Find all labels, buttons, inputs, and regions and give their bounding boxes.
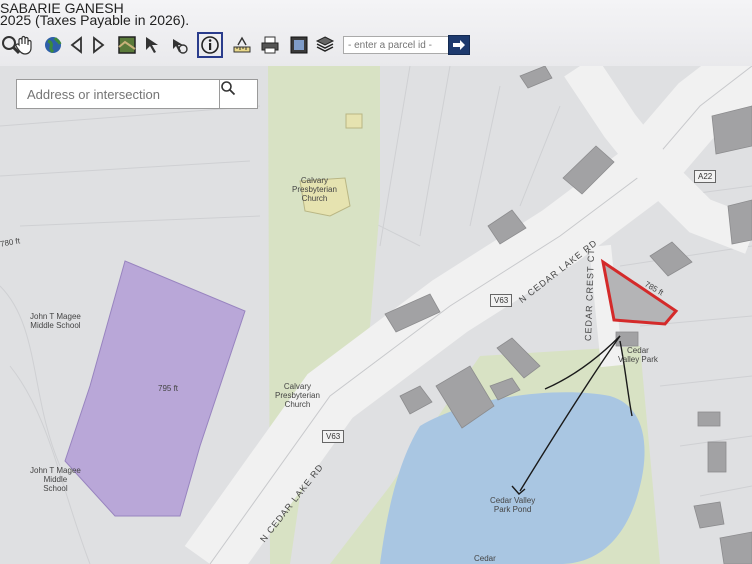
route-shield-lower: V63 <box>322 430 345 443</box>
pond-label: Cedar Valley Park Pond <box>490 496 536 514</box>
header: SABARIE GANESH 2025 (Taxes Payable in 20… <box>0 0 752 67</box>
info-icon[interactable] <box>197 32 223 58</box>
park-label: Cedar Valley Park <box>618 346 658 364</box>
map-canvas[interactable] <box>0 66 752 564</box>
arrow-right-icon <box>453 40 465 50</box>
search-box <box>16 79 258 109</box>
parcel-id-input[interactable] <box>343 36 453 54</box>
hand-icon[interactable] <box>13 34 35 56</box>
map-view[interactable]: Calvary Presbyterian Church Calvary Pres… <box>0 66 752 564</box>
church-label-bottom: Calvary Presbyterian Church <box>275 382 320 409</box>
layers-icon[interactable] <box>314 34 336 56</box>
church-label-top: Calvary Presbyterian Church <box>292 176 337 203</box>
buffer-icon[interactable] <box>168 34 190 56</box>
globe-icon[interactable] <box>42 34 64 56</box>
search-button[interactable] <box>219 80 258 108</box>
school-label-bottom: John T Magee Middle School <box>30 466 81 493</box>
arrow-right-icon[interactable] <box>87 34 109 56</box>
school-label-top: John T Magee Middle School <box>30 312 81 330</box>
parcel-go-button[interactable] <box>448 35 470 55</box>
toolbar <box>0 32 752 60</box>
arrow-left-icon[interactable] <box>66 34 88 56</box>
aerial-photo-icon[interactable] <box>116 34 138 56</box>
church-small-building <box>345 113 363 129</box>
route-shield-upper: V63 <box>490 294 513 307</box>
measure-icon[interactable] <box>231 34 253 56</box>
select-arrow-icon[interactable] <box>142 34 164 56</box>
school-elevation-label: 795 ft <box>158 384 179 393</box>
export-icon[interactable] <box>288 34 310 56</box>
pond-bottom-label: Cedar <box>474 554 496 563</box>
route-shield-a22: A22 <box>694 170 717 183</box>
search-input[interactable] <box>17 80 219 108</box>
print-icon[interactable] <box>259 34 281 56</box>
tax-year-label: 2025 (Taxes Payable in 2026). <box>0 12 190 28</box>
search-icon <box>221 81 236 96</box>
